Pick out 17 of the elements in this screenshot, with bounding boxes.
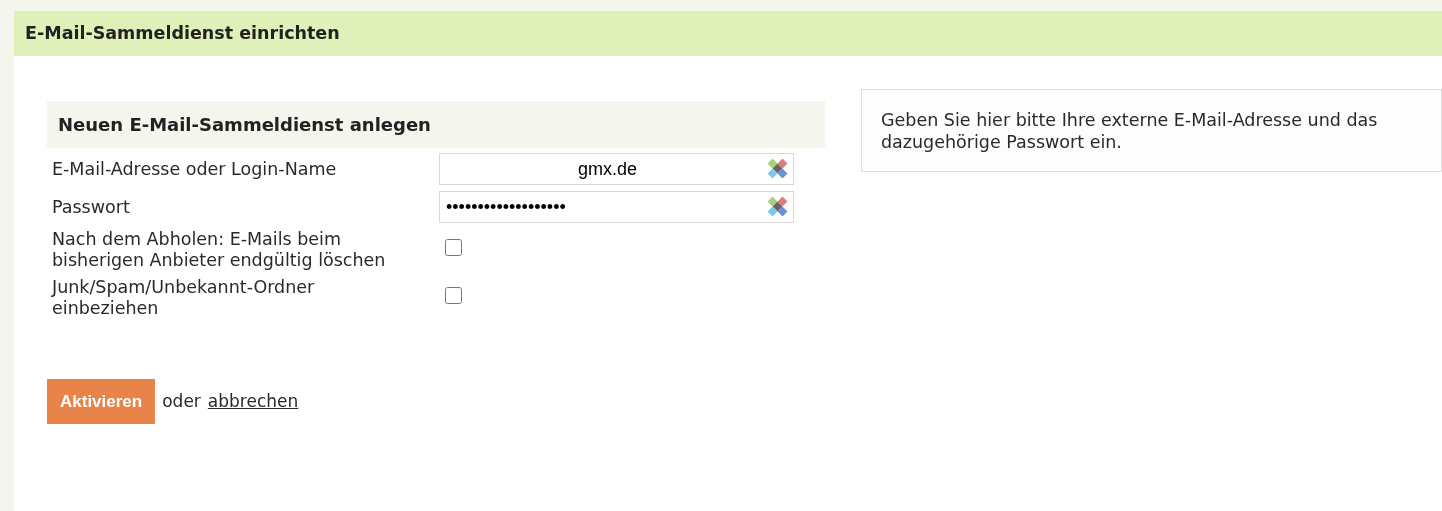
checkbox[interactable] [445, 238, 462, 256]
checkbox-label: Junk/Spam/Unbekannt-Ordner einbeziehen [50, 277, 316, 319]
checkbox[interactable] [445, 286, 462, 304]
password-input[interactable]: ••••••••••••••••••• [440, 193, 766, 221]
or-text: oder [162, 389, 201, 413]
password-manager-icon[interactable] [766, 195, 790, 219]
cancel-link[interactable]: abbrechen [207, 388, 299, 415]
section-header: Neuen E-Mail-Sammeldienst anlegen [47, 101, 825, 148]
email-field[interactable]: gmx.de [439, 153, 794, 185]
password-manager-icon[interactable] [766, 157, 790, 181]
checkbox-label: Nach dem Abholen: E-Mails beim bisherigen Anbieter endgültig löschen [51, 229, 387, 271]
field-label: Passwort [51, 195, 131, 219]
field-label: E-Mail-Adresse oder Login-Name [51, 157, 338, 181]
page-header: E-Mail-Sammeldienst einrichten [14, 11, 1442, 56]
password-field[interactable]: ••••••••••••••••••• [439, 191, 794, 223]
hint-box: Geben Sie hier bitte Ihre externe E-Mail-Adresse und das dazugehörige Passwort ein. [861, 89, 1442, 172]
email-input[interactable]: gmx.de [440, 155, 766, 183]
